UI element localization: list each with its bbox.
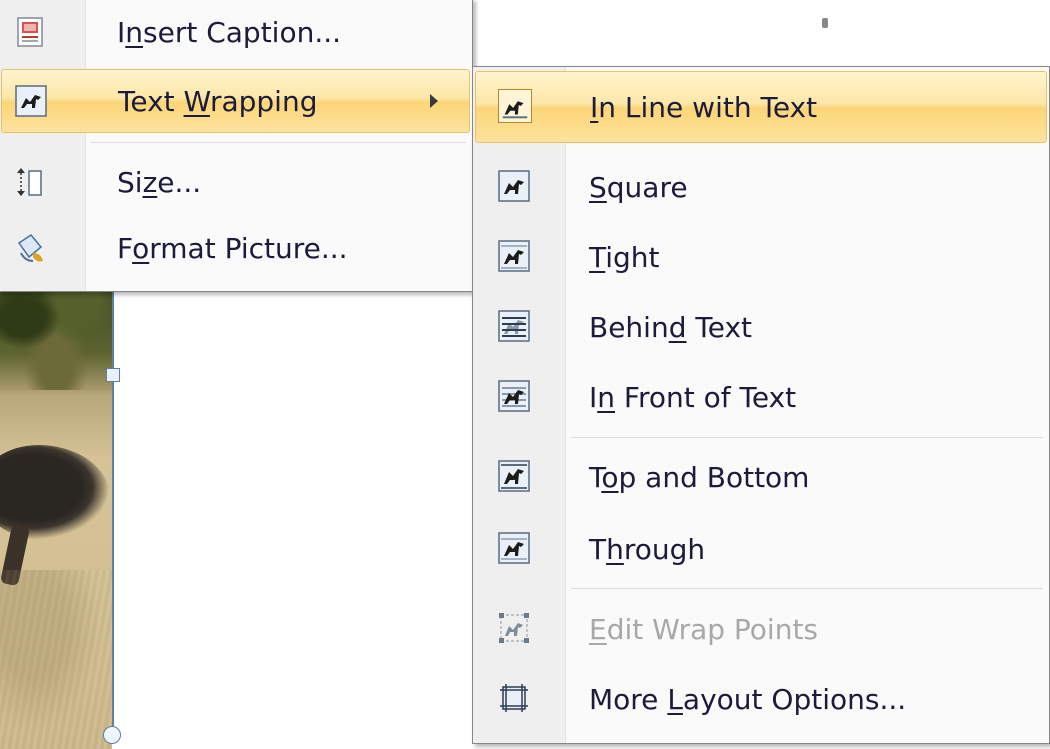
picture-context-menu: Insert Caption... Text Wrapping Size... … bbox=[0, 0, 473, 292]
document-text-mark bbox=[822, 18, 828, 28]
menu-item-behind-text[interactable]: Behind Text bbox=[475, 292, 1047, 362]
menu-item-text-wrapping[interactable]: Text Wrapping bbox=[1, 69, 470, 133]
menu-item-size[interactable]: Size... bbox=[1, 151, 470, 213]
menu-item-label: Insert Caption... bbox=[117, 15, 342, 49]
resize-handle-right-middle[interactable] bbox=[106, 368, 120, 382]
top-and-bottom-icon bbox=[497, 459, 531, 493]
menu-item-label: Behind Text bbox=[589, 310, 753, 344]
tight-wrap-icon bbox=[497, 239, 531, 273]
menu-item-through[interactable]: Through bbox=[475, 514, 1047, 584]
menu-item-top-and-bottom[interactable]: Top and Bottom bbox=[475, 442, 1047, 512]
in-line-with-text-icon bbox=[498, 89, 532, 123]
menu-separator bbox=[91, 142, 466, 143]
menu-item-tight[interactable]: Tight bbox=[475, 222, 1047, 292]
square-wrap-icon bbox=[497, 169, 531, 203]
size-icon bbox=[13, 165, 47, 199]
more-layout-options-icon bbox=[497, 681, 531, 715]
menu-item-label: In Line with Text bbox=[590, 90, 818, 124]
menu-item-label: In Front of Text bbox=[589, 380, 797, 414]
menu-separator bbox=[571, 588, 1043, 589]
menu-item-label: Size... bbox=[117, 165, 202, 199]
menu-item-more-layout-options[interactable]: More Layout Options... bbox=[475, 664, 1047, 734]
in-front-of-text-icon bbox=[497, 379, 531, 413]
resize-handle-bottom-right[interactable] bbox=[103, 726, 121, 744]
menu-item-format-picture[interactable]: Format Picture... bbox=[1, 217, 470, 279]
behind-text-icon bbox=[497, 309, 531, 343]
word-document-canvas: Insert Caption... Text Wrapping Size... … bbox=[0, 0, 1050, 749]
menu-item-label: Edit Wrap Points bbox=[589, 612, 819, 646]
text-wrapping-icon bbox=[14, 84, 48, 118]
menu-item-label: More Layout Options... bbox=[589, 682, 907, 716]
menu-item-label: Top and Bottom bbox=[589, 460, 810, 494]
menu-item-in-line-with-text[interactable]: In Line with Text bbox=[475, 71, 1047, 143]
edit-wrap-points-icon bbox=[497, 611, 531, 645]
menu-item-edit-wrap-points: Edit Wrap Points bbox=[475, 594, 1047, 664]
picture-selection-border bbox=[112, 290, 114, 740]
submenu-arrow-icon bbox=[430, 94, 438, 108]
format-picture-icon bbox=[13, 231, 47, 265]
menu-item-label: Format Picture... bbox=[117, 231, 348, 265]
through-wrap-icon bbox=[497, 531, 531, 565]
menu-item-label: Text Wrapping bbox=[118, 84, 318, 118]
menu-item-label: Tight bbox=[589, 240, 660, 274]
menu-item-in-front-of-text[interactable]: In Front of Text bbox=[475, 362, 1047, 432]
menu-separator bbox=[571, 437, 1043, 438]
picture-ground bbox=[0, 570, 112, 749]
document-picture[interactable] bbox=[0, 270, 112, 749]
text-wrapping-submenu: In Line with Text Square Tight Behind Te… bbox=[472, 66, 1050, 744]
menu-item-label: Through bbox=[589, 532, 706, 566]
insert-caption-icon bbox=[13, 15, 47, 49]
menu-item-square[interactable]: Square bbox=[475, 152, 1047, 222]
menu-item-insert-caption[interactable]: Insert Caption... bbox=[1, 1, 470, 63]
menu-item-label: Square bbox=[589, 170, 688, 204]
